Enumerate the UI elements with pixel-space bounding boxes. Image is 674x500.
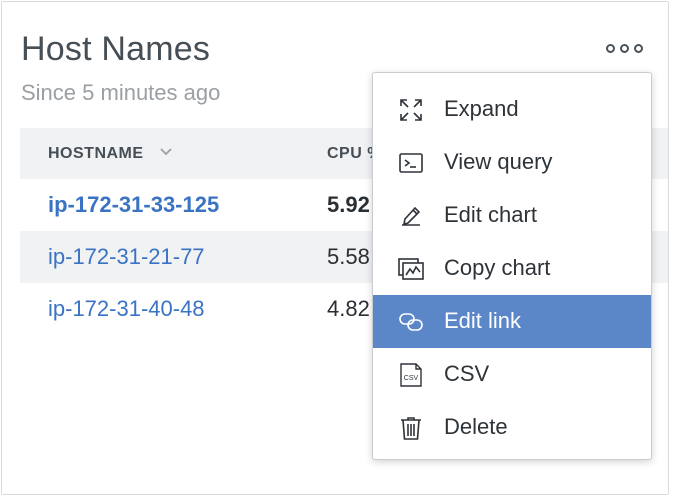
hostname-link[interactable]: ip-172-31-33-125 [48, 192, 219, 218]
terminal-icon [398, 150, 424, 176]
dot-icon [605, 43, 615, 53]
chevron-down-icon[interactable] [160, 146, 172, 158]
cpu-value: 5.58 [327, 244, 370, 269]
csv-icon-text: CSV [404, 375, 419, 382]
cpu-value: 5.92 [327, 192, 370, 217]
trash-icon [398, 415, 424, 441]
dot-icon [619, 43, 629, 53]
menu-item-label: Delete [444, 414, 508, 439]
menu-item-edit-link[interactable]: Edit link [373, 295, 651, 348]
menu-item-label: View query [444, 149, 553, 174]
link-icon [398, 309, 424, 335]
menu-item-label: Edit chart [444, 202, 537, 227]
more-options-button[interactable] [600, 34, 648, 62]
copy-chart-icon [398, 256, 424, 282]
expand-icon [398, 97, 424, 123]
widget-title: Host Names [21, 30, 211, 68]
menu-item-label: Expand [444, 96, 519, 121]
cpu-value: 4.82 [327, 296, 370, 321]
menu-item-edit-chart[interactable]: Edit chart [373, 189, 651, 242]
hostname-link[interactable]: ip-172-31-40-48 [48, 296, 205, 322]
widget-subtitle: Since 5 minutes ago [21, 80, 221, 105]
menu-item-delete[interactable]: Delete [373, 401, 651, 454]
chart-actions-menu: Expand View query Edit chart Copy chart … [372, 72, 652, 460]
pencil-icon [398, 203, 424, 229]
menu-item-expand[interactable]: Expand [373, 83, 651, 136]
menu-item-label: Copy chart [444, 255, 551, 280]
menu-item-copy-chart[interactable]: Copy chart [373, 242, 651, 295]
menu-item-csv[interactable]: CSV CSV [373, 348, 651, 401]
dot-icon [633, 43, 643, 53]
menu-item-view-query[interactable]: View query [373, 136, 651, 189]
menu-item-label: CSV [444, 361, 490, 386]
hostname-link[interactable]: ip-172-31-21-77 [48, 244, 205, 270]
menu-item-label: Edit link [444, 308, 522, 333]
csv-file-icon: CSV [398, 362, 424, 388]
column-header-hostname[interactable]: HOSTNAME [48, 145, 144, 163]
